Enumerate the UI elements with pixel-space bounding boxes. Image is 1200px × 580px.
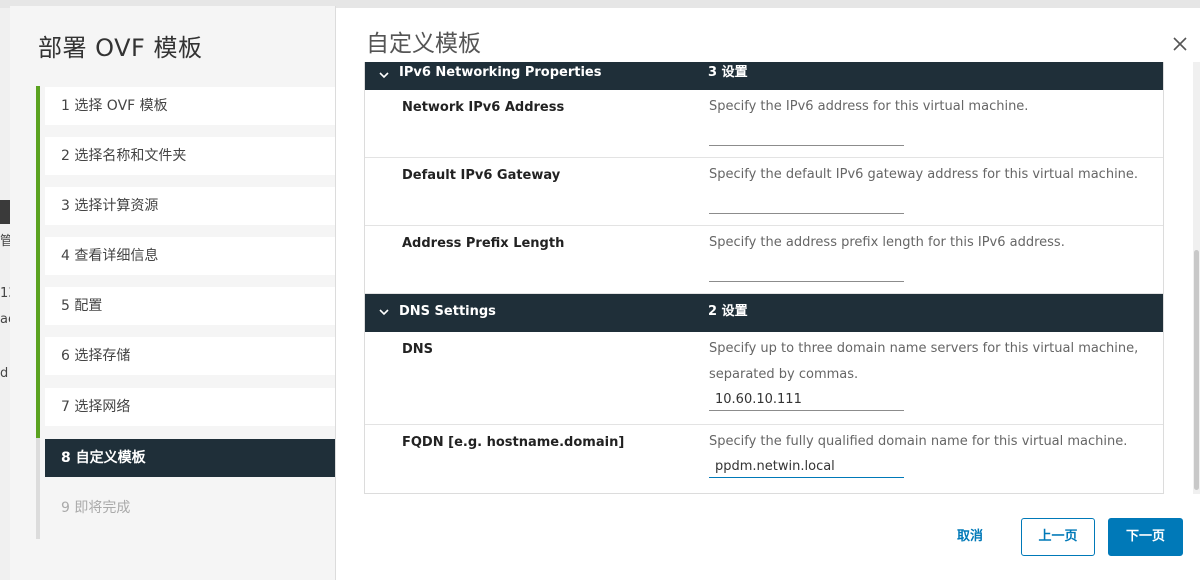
property-description: Specify up to three domain name servers … xyxy=(709,341,1139,382)
wizard-step-4[interactable]: 4 查看详细信息 xyxy=(45,237,335,275)
wizard-title: 部署 OVF 模板 xyxy=(38,34,203,62)
property-description: Specify the fully qualified domain name … xyxy=(709,434,1128,449)
group-setting-count: 2 设置 xyxy=(708,304,748,319)
step-progress-fill xyxy=(36,86,40,438)
ipv6-gateway-input[interactable] xyxy=(709,192,904,214)
property-row: DNS Specify up to three domain name serv… xyxy=(365,332,1163,425)
property-label: Default IPv6 Gateway xyxy=(402,168,561,183)
group-name: DNS Settings xyxy=(399,304,496,319)
wizard-step-7[interactable]: 7 选择网络 xyxy=(45,388,335,426)
property-label: DNS xyxy=(402,342,434,357)
properties-panel: IPv6 Networking Properties 3 设置 Network … xyxy=(364,62,1164,494)
background-text-fragment: d xyxy=(0,366,9,381)
wizard-step-2[interactable]: 2 选择名称和文件夹 xyxy=(45,137,335,175)
property-row: Default IPv6 Gateway Specify the default… xyxy=(365,158,1163,226)
wizard-step-9: 9 即将完成 xyxy=(61,500,131,516)
scrollbar-thumb[interactable] xyxy=(1194,250,1199,490)
prefix-length-input[interactable] xyxy=(709,260,904,282)
group-setting-count: 3 设置 xyxy=(708,65,748,80)
group-name: IPv6 Networking Properties xyxy=(399,65,602,80)
next-button[interactable]: 下一页 xyxy=(1108,518,1183,556)
group-header-ipv6[interactable]: IPv6 Networking Properties 3 设置 xyxy=(365,62,1163,90)
page-title: 自定义模板 xyxy=(366,31,481,57)
property-row: Address Prefix Length Specify the addres… xyxy=(365,226,1163,294)
chevron-down-icon xyxy=(379,72,389,79)
property-label: FQDN [e.g. hostname.domain] xyxy=(402,435,625,450)
close-icon[interactable] xyxy=(1170,34,1190,54)
property-description: Specify the default IPv6 gateway address… xyxy=(709,167,1139,182)
wizard-sidebar: 部署 OVF 模板 1 选择 OVF 模板 2 选择名称和文件夹 3 选择计算资… xyxy=(10,6,336,580)
background-dark-bar xyxy=(0,200,10,224)
property-label: Address Prefix Length xyxy=(402,236,565,251)
wizard-step-3[interactable]: 3 选择计算资源 xyxy=(45,187,335,225)
chevron-down-icon xyxy=(379,309,389,316)
wizard-step-8[interactable]: 8 自定义模板 xyxy=(45,439,335,477)
wizard-step-6[interactable]: 6 选择存储 xyxy=(45,337,335,375)
property-description: Specify the IPv6 address for this virtua… xyxy=(709,99,1029,114)
previous-button[interactable]: 上一页 xyxy=(1021,518,1095,556)
wizard-step-1[interactable]: 1 选择 OVF 模板 xyxy=(45,87,335,125)
fqdn-input[interactable] xyxy=(709,456,904,478)
property-row: FQDN [e.g. hostname.domain] Specify the … xyxy=(365,425,1163,493)
property-description: Specify the address prefix length for th… xyxy=(709,235,1065,250)
property-row: Network IPv6 Address Specify the IPv6 ad… xyxy=(365,90,1163,158)
ipv6-address-input[interactable] xyxy=(709,124,904,146)
cancel-button[interactable]: 取消 xyxy=(940,518,1000,556)
dns-input[interactable] xyxy=(709,389,904,411)
wizard-step-5[interactable]: 5 配置 xyxy=(45,287,335,325)
group-header-dns[interactable]: DNS Settings 2 设置 xyxy=(365,294,1163,332)
property-label: Network IPv6 Address xyxy=(402,100,565,115)
